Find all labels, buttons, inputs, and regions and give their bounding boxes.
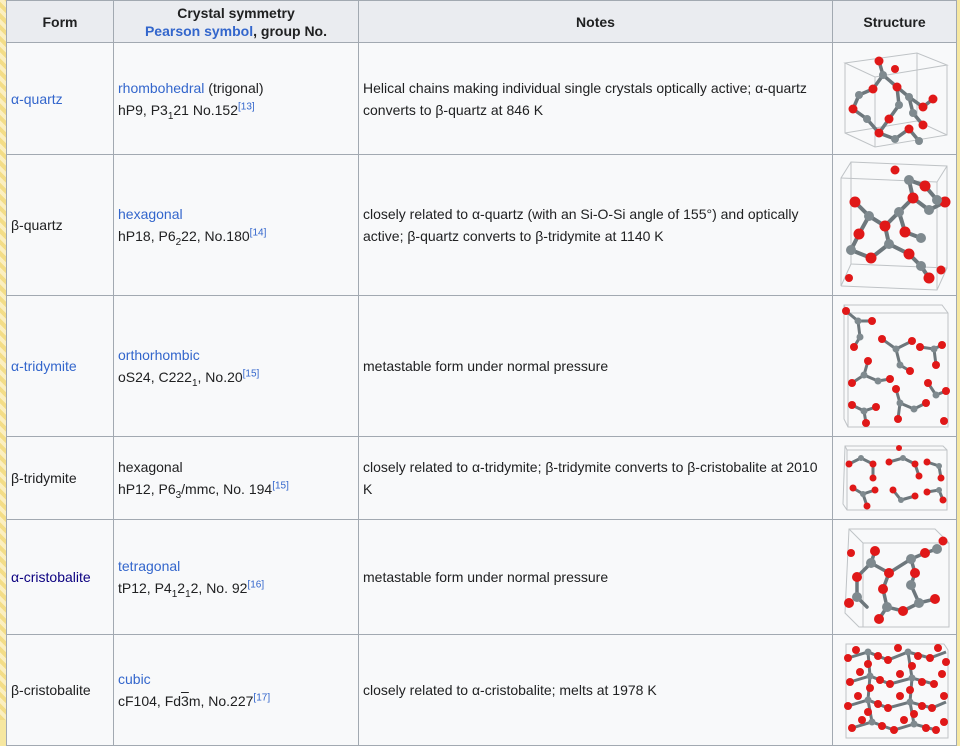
symmetry-cell: tetragonal tP12, P41212, No. 92[16]	[113, 519, 359, 635]
notes-cell: Helical chains making individual single …	[358, 42, 833, 155]
notes-cell: metastable form under normal pressure	[358, 295, 833, 437]
notes-cell: closely related to α-quartz (with an Si-…	[358, 154, 833, 296]
form-cell: β-quartz	[6, 154, 114, 296]
structure-cell	[832, 634, 957, 746]
form-cell: α-tridymite	[6, 295, 114, 437]
crystal-system-link[interactable]: orthorhombic	[118, 347, 200, 363]
reference-link[interactable]: [14]	[250, 227, 267, 238]
form-cell: α-quartz	[6, 42, 114, 155]
form-label-beta-quartz: β-quartz	[11, 217, 63, 233]
structure-cell	[832, 519, 957, 635]
crystal-system-label: hexagonal	[118, 459, 183, 475]
table-row: α-quartz rhombohedral (trigonal) hP9, P3…	[6, 42, 957, 155]
alpha-cristobalite-structure-icon[interactable]	[839, 523, 951, 631]
pearson-symbol-link[interactable]: Pearson symbol	[145, 23, 253, 39]
crystal-system-link[interactable]: cubic	[118, 671, 151, 687]
symmetry-cell: orthorhombic oS24, C2221, No.20[15]	[113, 295, 359, 437]
notes-cell: closely related to α-cristobalite; melts…	[358, 634, 833, 746]
form-link-alpha-quartz[interactable]: α-quartz	[11, 91, 63, 107]
form-label-beta-cristobalite: β-cristobalite	[11, 682, 91, 698]
crystal-system-link[interactable]: tetragonal	[118, 558, 180, 574]
alpha-quartz-structure-icon[interactable]	[839, 47, 951, 151]
form-cell: β-cristobalite	[6, 634, 114, 746]
silica-polymorphs-table: Form Crystal symmetry Pearson symbol, gr…	[6, 0, 957, 746]
notes-cell: closely related to α-tridymite; β-tridym…	[358, 436, 833, 520]
symmetry-cell: rhombohedral (trigonal) hP9, P3121 No.15…	[113, 42, 359, 155]
table-row: α-cristobalite tetragonal tP12, P41212, …	[6, 519, 957, 635]
header-form: Form	[6, 0, 114, 43]
structure-cell	[832, 436, 957, 520]
structure-cell	[832, 154, 957, 296]
symmetry-cell: hexagonal hP18, P6222, No.180[14]	[113, 154, 359, 296]
alpha-tridymite-structure-icon[interactable]	[838, 299, 952, 433]
beta-quartz-structure-icon[interactable]	[837, 158, 953, 292]
reference-link[interactable]: [15]	[272, 480, 289, 491]
table-row: β-quartz hexagonal hP18, P6222, No.180[1…	[6, 154, 957, 296]
table-row: β-tridymite hexagonal hP12, P63/mmc, No.…	[6, 436, 957, 520]
form-link-alpha-cristobalite[interactable]: α-cristobalite	[11, 569, 91, 585]
crystal-system-link[interactable]: hexagonal	[118, 206, 183, 222]
header-group-no: , group No.	[253, 22, 328, 39]
structure-cell	[832, 42, 957, 155]
reference-link[interactable]: [15]	[243, 368, 260, 379]
header-crystal-symmetry: Crystal symmetry Pearson symbol, group N…	[113, 0, 359, 43]
symmetry-cell: hexagonal hP12, P63/mmc, No. 194[15]	[113, 436, 359, 520]
beta-cristobalite-structure-icon[interactable]	[838, 638, 952, 742]
reference-link[interactable]: [17]	[253, 692, 270, 703]
form-link-alpha-tridymite[interactable]: α-tridymite	[11, 358, 77, 374]
form-label-beta-tridymite: β-tridymite	[11, 470, 77, 486]
structure-cell	[832, 295, 957, 437]
header-symmetry-title: Crystal symmetry	[177, 4, 295, 21]
table-row: β-cristobalite cubic cF104, Fd3m, No.227…	[6, 634, 957, 746]
crystal-system-link[interactable]: rhombohedral	[118, 80, 204, 96]
reference-link[interactable]: [16]	[247, 579, 264, 590]
symmetry-cell: cubic cF104, Fd3m, No.227[17]	[113, 634, 359, 746]
table-row: α-tridymite orthorhombic oS24, C2221, No…	[6, 295, 957, 437]
header-notes: Notes	[358, 0, 833, 43]
beta-tridymite-structure-icon[interactable]	[839, 440, 951, 516]
table-header-row: Form Crystal symmetry Pearson symbol, gr…	[6, 0, 957, 43]
reference-link[interactable]: [13]	[238, 101, 255, 112]
form-cell: β-tridymite	[6, 436, 114, 520]
form-cell: α-cristobalite	[6, 519, 114, 635]
notes-cell: metastable form under normal pressure	[358, 519, 833, 635]
header-structure: Structure	[832, 0, 957, 43]
